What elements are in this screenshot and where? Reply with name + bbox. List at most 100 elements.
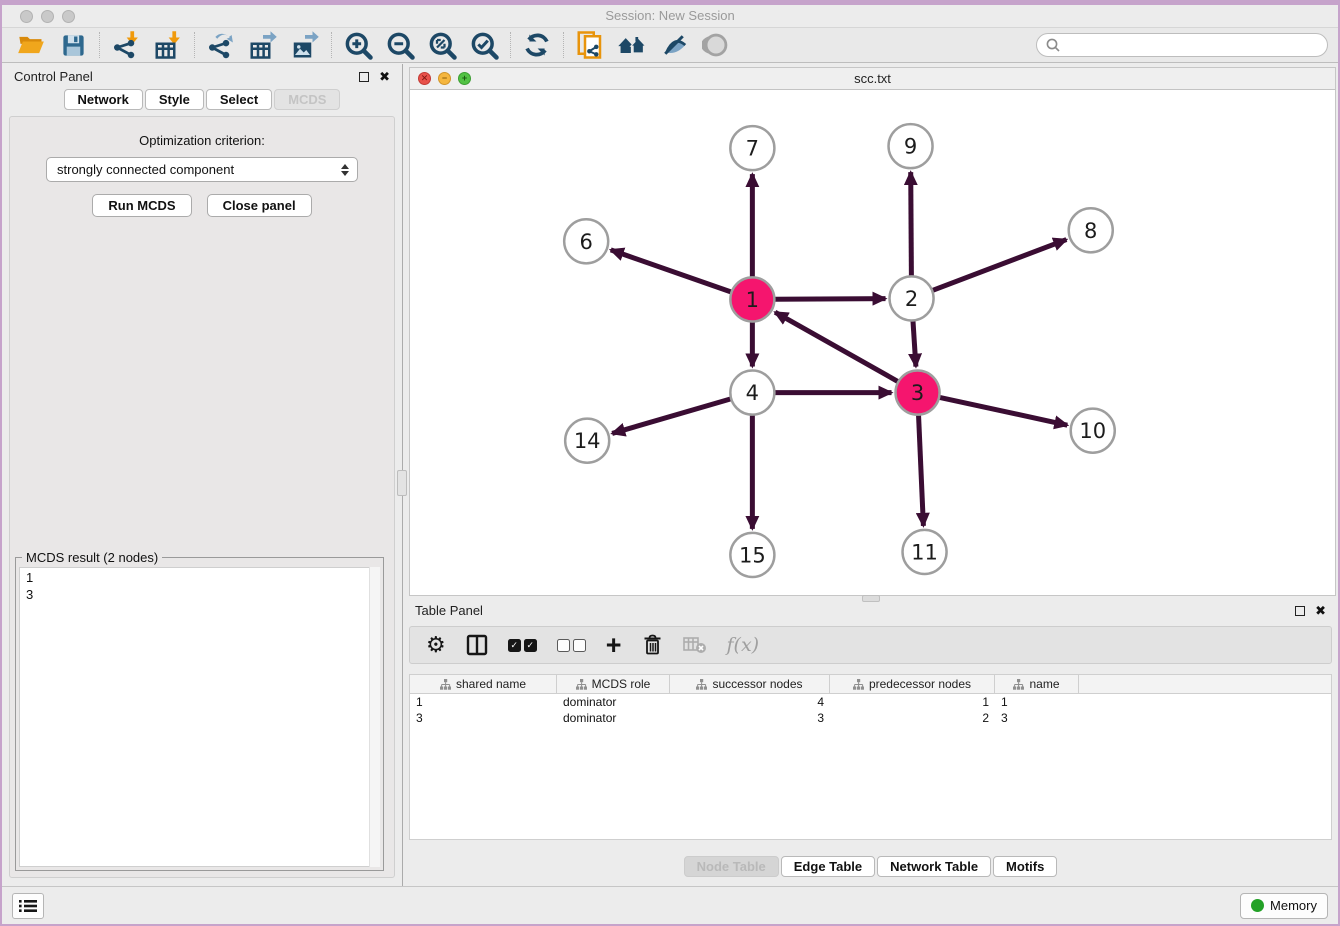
criterion-select[interactable]: strongly connected component bbox=[46, 157, 358, 182]
function-builder-icon[interactable]: f(x) bbox=[727, 634, 760, 656]
mcds-result-title: MCDS result (2 nodes) bbox=[22, 550, 162, 565]
cell-name[interactable]: 1 bbox=[995, 694, 1079, 710]
tab-network[interactable]: Network bbox=[64, 89, 143, 110]
zoom-selected-button[interactable] bbox=[463, 29, 505, 61]
export-image-icon bbox=[290, 30, 320, 60]
cell-predecessor-nodes[interactable]: 1 bbox=[830, 694, 995, 710]
edge-2-8[interactable] bbox=[932, 240, 1066, 291]
edge-3-1[interactable] bbox=[775, 312, 898, 382]
mcds-panel: Optimization criterion: strongly connect… bbox=[9, 116, 395, 878]
column-header-predecessor-nodes[interactable]: predecessor nodes bbox=[830, 675, 995, 693]
export-network-button[interactable] bbox=[200, 29, 242, 61]
cell-shared-name[interactable]: 3 bbox=[410, 710, 557, 726]
refresh-button[interactable] bbox=[516, 29, 558, 61]
search-input[interactable] bbox=[1066, 38, 1319, 53]
result-line: 1 bbox=[26, 569, 373, 586]
column-label: successor nodes bbox=[712, 677, 802, 691]
mcds-result-text[interactable]: 13 bbox=[19, 567, 380, 867]
export-table-button[interactable] bbox=[242, 29, 284, 61]
node-label-8: 8 bbox=[1084, 218, 1097, 243]
network-close-button[interactable]: ✕ bbox=[418, 72, 431, 85]
search-box[interactable] bbox=[1036, 33, 1328, 57]
import-network-button[interactable] bbox=[105, 29, 147, 61]
table-panel-title: Table Panel bbox=[415, 603, 483, 618]
memory-button[interactable]: Memory bbox=[1240, 893, 1328, 919]
cell-successor-nodes[interactable]: 3 bbox=[670, 710, 830, 726]
cell-name[interactable]: 3 bbox=[995, 710, 1079, 726]
column-header-MCDS-role[interactable]: MCDS role bbox=[557, 675, 670, 693]
edge-3-11[interactable] bbox=[919, 415, 924, 526]
toolbar-separator bbox=[194, 32, 195, 58]
select-all-icon[interactable]: ✓✓ bbox=[508, 639, 537, 652]
criterion-selected-value: strongly connected component bbox=[57, 162, 234, 177]
column-label: shared name bbox=[456, 677, 526, 691]
home-button[interactable] bbox=[611, 29, 653, 61]
cell-MCDS-role[interactable]: dominator bbox=[557, 694, 670, 710]
show-columns-icon[interactable] bbox=[466, 634, 488, 656]
table-row[interactable]: 1dominator411 bbox=[410, 694, 1331, 710]
vertical-splitter-handle[interactable] bbox=[397, 470, 407, 496]
network-minimize-button[interactable]: − bbox=[438, 72, 451, 85]
cell-predecessor-nodes[interactable]: 2 bbox=[830, 710, 995, 726]
preview-button[interactable] bbox=[695, 29, 737, 61]
cell-MCDS-role[interactable]: dominator bbox=[557, 710, 670, 726]
float-panel-icon[interactable] bbox=[359, 72, 369, 82]
column-header-shared-name[interactable]: shared name bbox=[410, 675, 557, 693]
window-zoom-button[interactable] bbox=[62, 10, 75, 23]
table-panel: Table Panel ✖ ⚙ ✓✓ + bbox=[403, 598, 1338, 886]
clone-network-button[interactable] bbox=[569, 29, 611, 61]
hide-panel-button[interactable] bbox=[653, 29, 695, 61]
zoom-in-button[interactable] bbox=[337, 29, 379, 61]
close-panel-button[interactable]: Close panel bbox=[207, 194, 312, 217]
tab-network-table[interactable]: Network Table bbox=[877, 856, 991, 877]
cell-shared-name[interactable]: 1 bbox=[410, 694, 557, 710]
result-scrollbar[interactable] bbox=[369, 567, 380, 867]
clear-selection-icon[interactable] bbox=[557, 639, 586, 652]
import-table-button[interactable] bbox=[147, 29, 189, 61]
network-canvas[interactable]: 7968124314101511 bbox=[410, 90, 1335, 595]
hide-panel-icon bbox=[659, 30, 689, 60]
network-maximize-button[interactable]: + bbox=[458, 72, 471, 85]
add-column-icon[interactable]: + bbox=[606, 635, 622, 655]
edge-3-10[interactable] bbox=[939, 397, 1067, 425]
table-row[interactable]: 3dominator323 bbox=[410, 710, 1331, 726]
close-table-panel-icon[interactable]: ✖ bbox=[1315, 606, 1326, 616]
edge-2-3[interactable] bbox=[913, 320, 916, 366]
tab-edge-table[interactable]: Edge Table bbox=[781, 856, 875, 877]
tab-select[interactable]: Select bbox=[206, 89, 272, 110]
edge-1-2[interactable] bbox=[774, 299, 885, 300]
float-table-panel-icon[interactable] bbox=[1295, 606, 1305, 616]
column-label: name bbox=[1029, 677, 1059, 691]
close-panel-icon[interactable]: ✖ bbox=[379, 72, 390, 82]
hierarchy-icon bbox=[696, 679, 707, 690]
column-label: predecessor nodes bbox=[869, 677, 971, 691]
open-file-button[interactable] bbox=[10, 29, 52, 61]
zoom-fit-button[interactable] bbox=[421, 29, 463, 61]
column-header-successor-nodes[interactable]: successor nodes bbox=[670, 675, 830, 693]
node-label-2: 2 bbox=[905, 286, 918, 311]
node-label-15: 15 bbox=[739, 542, 766, 567]
window-minimize-button[interactable] bbox=[41, 10, 54, 23]
network-graph[interactable]: 7968124314101511 bbox=[410, 90, 1335, 595]
zoom-out-button[interactable] bbox=[379, 29, 421, 61]
window-close-button[interactable] bbox=[20, 10, 33, 23]
export-image-button[interactable] bbox=[284, 29, 326, 61]
cell-successor-nodes[interactable]: 4 bbox=[670, 694, 830, 710]
run-mcds-button[interactable]: Run MCDS bbox=[92, 194, 191, 217]
edge-2-9[interactable] bbox=[911, 172, 912, 276]
tab-node-table[interactable]: Node Table bbox=[684, 856, 779, 877]
delete-table-icon[interactable] bbox=[683, 635, 707, 655]
tab-motifs[interactable]: Motifs bbox=[993, 856, 1057, 877]
tab-style[interactable]: Style bbox=[145, 89, 204, 110]
tab-mcds[interactable]: MCDS bbox=[274, 89, 340, 110]
edge-1-6[interactable] bbox=[611, 250, 732, 292]
result-line: 3 bbox=[26, 586, 373, 603]
task-history-button[interactable] bbox=[12, 893, 44, 919]
save-session-button[interactable] bbox=[52, 29, 94, 61]
node-label-9: 9 bbox=[904, 134, 917, 159]
edge-4-14[interactable] bbox=[612, 399, 731, 434]
horizontal-splitter-handle[interactable] bbox=[862, 595, 880, 602]
table-settings-icon[interactable]: ⚙ bbox=[426, 633, 446, 658]
delete-column-icon[interactable] bbox=[642, 634, 663, 656]
column-header-name[interactable]: name bbox=[995, 675, 1079, 693]
